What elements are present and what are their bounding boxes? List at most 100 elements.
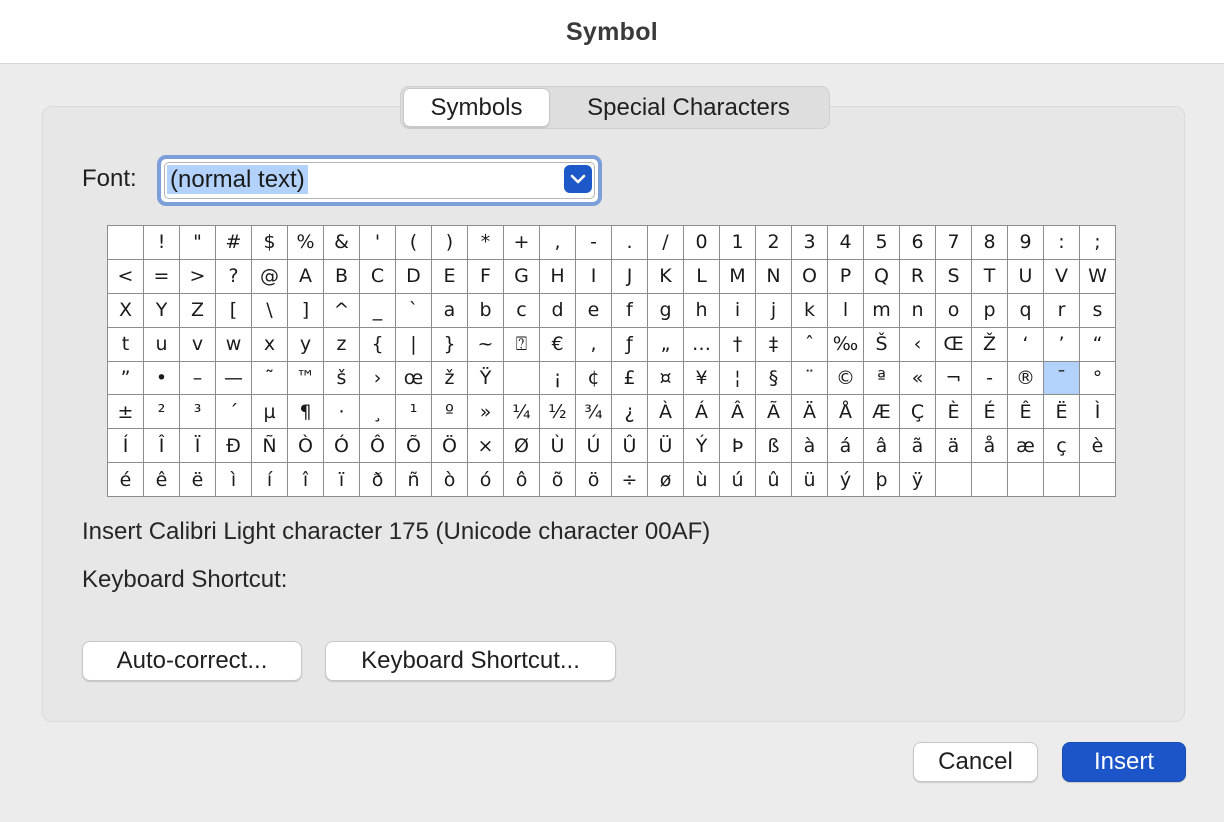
- symbol-cell[interactable]: w: [216, 327, 251, 361]
- font-select[interactable]: (normal text): [157, 155, 602, 206]
- symbol-cell[interactable]: ¤: [648, 361, 683, 395]
- symbol-cell[interactable]: `: [396, 293, 431, 327]
- symbol-cell[interactable]: J: [612, 259, 647, 293]
- symbol-cell[interactable]: ß: [756, 429, 791, 463]
- symbol-cell[interactable]: Î: [144, 429, 179, 463]
- tab-special-characters[interactable]: Special Characters: [550, 88, 827, 127]
- symbol-cell[interactable]: É: [972, 395, 1007, 429]
- symbol-cell[interactable]: N: [756, 259, 791, 293]
- symbol-cell[interactable]: d: [540, 293, 575, 327]
- symbol-cell[interactable]: <: [108, 259, 143, 293]
- symbol-cell[interactable]: [1008, 463, 1043, 496]
- symbol-cell[interactable]: ½: [540, 395, 575, 429]
- symbol-cell[interactable]: Ò: [288, 429, 323, 463]
- symbol-cell[interactable]: G: [504, 259, 539, 293]
- symbol-cell[interactable]: “: [1080, 327, 1115, 361]
- symbol-cell[interactable]: Ë: [1044, 395, 1079, 429]
- symbol-cell[interactable]: {: [360, 327, 395, 361]
- symbol-cell[interactable]: þ: [864, 463, 899, 496]
- symbol-cell[interactable]: Ã: [756, 395, 791, 429]
- symbol-cell[interactable]: E: [432, 259, 467, 293]
- symbol-cell[interactable]: z: [324, 327, 359, 361]
- symbol-cell[interactable]: q: [1008, 293, 1043, 327]
- symbol-cell[interactable]: -: [972, 361, 1007, 395]
- symbol-cell[interactable]: [1080, 463, 1115, 496]
- symbol-cell[interactable]: ~: [468, 327, 503, 361]
- symbol-cell[interactable]: Ü: [648, 429, 683, 463]
- symbol-cell[interactable]: 8: [972, 226, 1007, 259]
- symbol-cell[interactable]: Ó: [324, 429, 359, 463]
- symbol-cell[interactable]: Û: [612, 429, 647, 463]
- symbol-cell[interactable]: Ÿ: [468, 361, 503, 395]
- symbol-cell[interactable]: t: [108, 327, 143, 361]
- symbol-cell[interactable]: \: [252, 293, 287, 327]
- symbol-cell[interactable]: ·: [324, 395, 359, 429]
- symbol-cell[interactable]: Š: [864, 327, 899, 361]
- symbol-cell[interactable]: ]: [288, 293, 323, 327]
- symbol-cell[interactable]: [972, 463, 1007, 496]
- symbol-cell[interactable]: °: [1080, 361, 1115, 395]
- symbol-cell[interactable]: ‹: [900, 327, 935, 361]
- symbol-cell[interactable]: Â: [720, 395, 755, 429]
- symbol-cell[interactable]: û: [756, 463, 791, 496]
- symbol-cell[interactable]: }: [432, 327, 467, 361]
- symbol-cell[interactable]: K: [648, 259, 683, 293]
- symbol-cell[interactable]: ): [432, 226, 467, 259]
- symbol-cell[interactable]: s: [1080, 293, 1115, 327]
- symbol-cell[interactable]: ï: [324, 463, 359, 496]
- symbol-cell[interactable]: ª: [864, 361, 899, 395]
- symbol-cell[interactable]: Å: [828, 395, 863, 429]
- symbol-cell[interactable]: +: [504, 226, 539, 259]
- symbol-cell[interactable]: ¹: [396, 395, 431, 429]
- symbol-cell[interactable]: ™: [288, 361, 323, 395]
- symbol-cell[interactable]: [1044, 463, 1079, 496]
- symbol-cell[interactable]: U: [1008, 259, 1043, 293]
- symbol-cell[interactable]: =: [144, 259, 179, 293]
- symbol-cell[interactable]: /: [648, 226, 683, 259]
- symbol-cell[interactable]: Ñ: [252, 429, 287, 463]
- symbol-cell[interactable]: Ç: [900, 395, 935, 429]
- symbol-cell[interactable]: [504, 361, 539, 395]
- symbol-cell[interactable]: å: [972, 429, 1007, 463]
- symbol-cell[interactable]: h: [684, 293, 719, 327]
- symbol-cell[interactable]: Ì: [1080, 395, 1115, 429]
- symbol-cell[interactable]: ⍰: [504, 327, 539, 361]
- symbol-cell[interactable]: ': [360, 226, 395, 259]
- symbol-cell[interactable]: Ð: [216, 429, 251, 463]
- symbol-cell[interactable]: y: [288, 327, 323, 361]
- symbol-cell[interactable]: @: [252, 259, 287, 293]
- symbol-cell[interactable]: ³: [180, 395, 215, 429]
- symbol-cell[interactable]: ,: [576, 327, 611, 361]
- symbol-cell[interactable]: ’: [1044, 327, 1079, 361]
- symbol-cell[interactable]: A: [288, 259, 323, 293]
- symbol-cell[interactable]: È: [936, 395, 971, 429]
- symbol-cell[interactable]: ‘: [1008, 327, 1043, 361]
- symbol-cell[interactable]: C: [360, 259, 395, 293]
- symbol-cell[interactable]: à: [792, 429, 827, 463]
- symbol-cell[interactable]: 0: [684, 226, 719, 259]
- symbol-cell[interactable]: «: [900, 361, 935, 395]
- symbol-cell[interactable]: ?: [216, 259, 251, 293]
- symbol-cell[interactable]: Ä: [792, 395, 827, 429]
- symbol-cell[interactable]: ø: [648, 463, 683, 496]
- tab-symbols[interactable]: Symbols: [403, 88, 550, 127]
- symbol-cell[interactable]: ®: [1008, 361, 1043, 395]
- symbol-cell[interactable]: ¢: [576, 361, 611, 395]
- symbol-cell[interactable]: X: [108, 293, 143, 327]
- symbol-cell[interactable]: ¼: [504, 395, 539, 429]
- symbol-cell[interactable]: B: [324, 259, 359, 293]
- symbol-cell[interactable]: Õ: [396, 429, 431, 463]
- symbol-cell[interactable]: ý: [828, 463, 863, 496]
- symbol-cell[interactable]: L: [684, 259, 719, 293]
- symbol-cell[interactable]: |: [396, 327, 431, 361]
- symbol-cell[interactable]: ¬: [936, 361, 971, 395]
- symbol-cell[interactable]: ƒ: [612, 327, 647, 361]
- symbol-cell[interactable]: Ê: [1008, 395, 1043, 429]
- symbol-cell[interactable]: ": [180, 226, 215, 259]
- symbol-cell[interactable]: ´: [216, 395, 251, 429]
- symbol-cell[interactable]: Ï: [180, 429, 215, 463]
- symbol-cell[interactable]: ò: [432, 463, 467, 496]
- symbol-cell[interactable]: ^: [324, 293, 359, 327]
- symbol-cell[interactable]: ÷: [612, 463, 647, 496]
- symbol-cell[interactable]: ë: [180, 463, 215, 496]
